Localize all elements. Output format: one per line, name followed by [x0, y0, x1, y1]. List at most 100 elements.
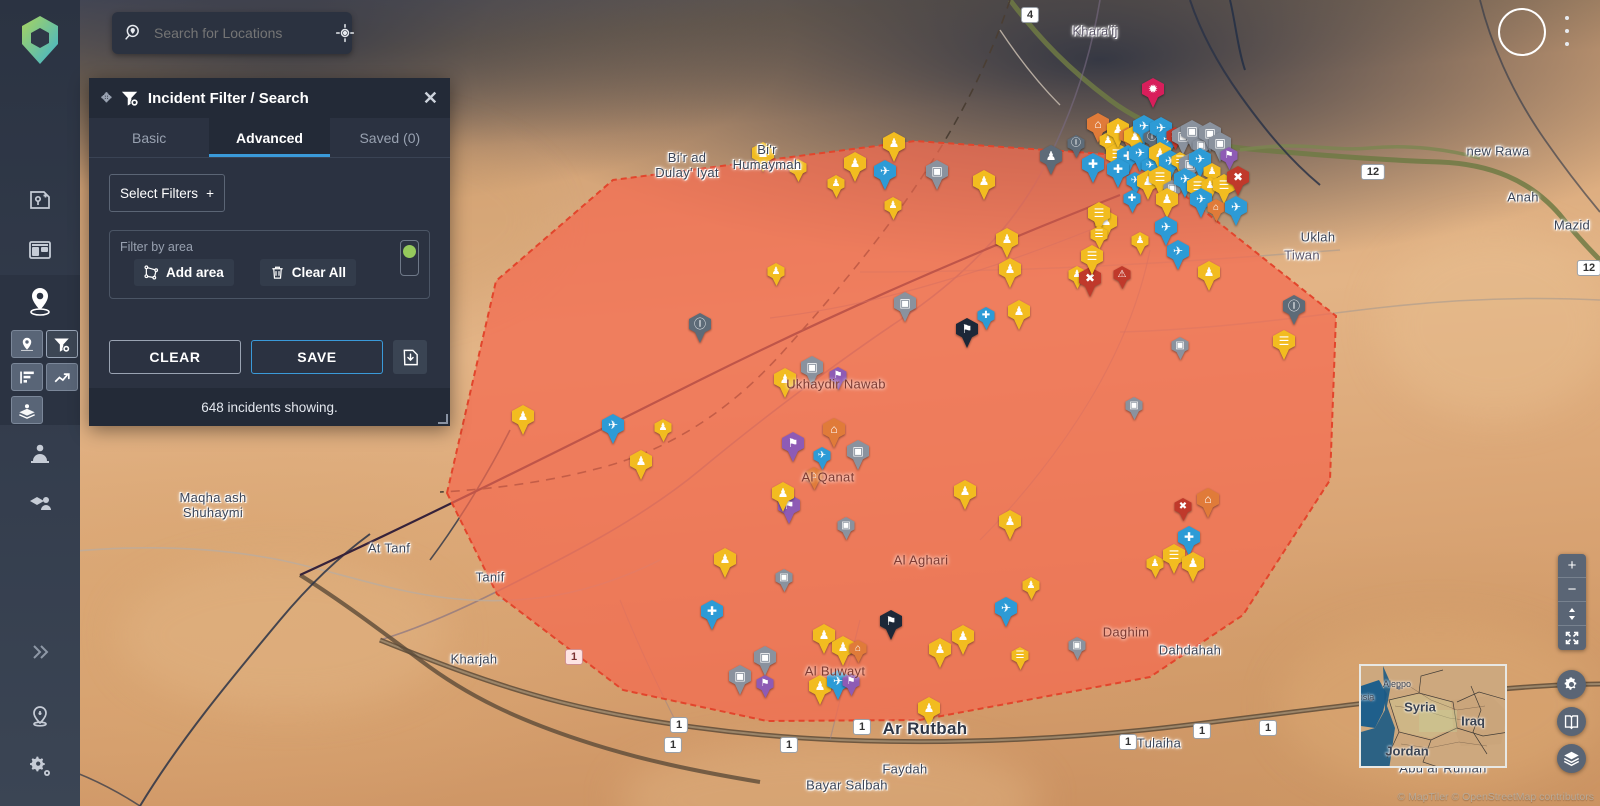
select-filters-button[interactable]: Select Filters + — [109, 174, 225, 212]
tab-advanced[interactable]: Advanced — [209, 118, 330, 157]
kebab-menu-icon[interactable] — [1558, 16, 1576, 46]
incident-marker-arrest[interactable]: ♟ — [996, 228, 1018, 258]
user-avatar[interactable] — [1498, 8, 1546, 56]
incident-marker-arrest[interactable]: ♟ — [1156, 188, 1178, 218]
clear-button[interactable]: CLEAR — [109, 340, 241, 374]
incident-marker-medical[interactable]: ✚ — [1082, 153, 1104, 183]
sidebar-item-settings[interactable] — [22, 748, 58, 784]
incident-marker-structure[interactable]: ⌂ — [1207, 199, 1225, 222]
save-to-file-button[interactable] — [393, 340, 427, 374]
incident-marker-other[interactable]: ☰ — [1081, 245, 1103, 275]
incident-marker-arrest[interactable]: ♟ — [1022, 577, 1040, 600]
fullscreen-button[interactable] — [1558, 626, 1586, 650]
tool-bar-chart[interactable] — [11, 363, 43, 391]
tab-saved[interactable]: Saved (0) — [330, 118, 450, 157]
incident-marker-air[interactable]: ✈ — [995, 597, 1017, 627]
zoom-in-button[interactable]: + — [1558, 554, 1586, 578]
incident-marker-arrest[interactable]: ♟ — [952, 625, 974, 655]
incident-marker-report[interactable]: Ⓘ — [689, 313, 711, 343]
incident-pin-icon[interactable] — [24, 285, 56, 317]
incident-marker-air[interactable]: ✈ — [874, 160, 896, 190]
incident-marker-medical[interactable]: ✚ — [1123, 190, 1141, 213]
pitch-tilt-button[interactable] — [1558, 602, 1586, 626]
search-input[interactable] — [154, 25, 335, 41]
incident-marker-air[interactable]: ✈ — [602, 414, 624, 444]
incident-marker-facility[interactable]: ▣ — [775, 569, 793, 592]
incident-marker-hostile[interactable]: ⚑ — [956, 318, 978, 348]
incident-marker-hostile[interactable]: ⚑ — [880, 610, 902, 640]
incident-marker-arrest[interactable]: ♟ — [954, 480, 976, 510]
sidebar-item-collaboration[interactable] — [22, 484, 58, 520]
zoom-out-button[interactable]: − — [1558, 578, 1586, 602]
sidebar-item-add-map-note[interactable] — [22, 182, 58, 218]
incident-marker-arrest[interactable]: ♟ — [844, 152, 866, 182]
incident-marker-arrest[interactable]: ♟ — [929, 638, 951, 668]
hexagon-pin-logo[interactable] — [18, 12, 62, 68]
incident-marker-arrest[interactable]: ♟ — [999, 258, 1021, 288]
incident-marker-facility[interactable]: ▣ — [847, 440, 869, 470]
panel-title-bar[interactable]: ✥ Incident Filter / Search ✕ — [89, 78, 450, 118]
incident-marker-other[interactable]: ☰ — [1273, 330, 1295, 360]
incident-marker-arrest[interactable]: ♟ — [1146, 555, 1164, 578]
incident-marker-arrest[interactable]: ♟ — [654, 419, 672, 442]
incident-marker-arrest[interactable]: ♟ — [884, 197, 902, 220]
clear-all-areas-button[interactable]: Clear All — [259, 259, 357, 286]
incident-marker-fatality[interactable]: ⚠ — [1113, 266, 1131, 289]
incident-marker-arrest[interactable]: ♟ — [883, 132, 905, 162]
sidebar-item-locations[interactable] — [22, 698, 58, 734]
incident-marker-facility[interactable]: ▣ — [754, 646, 776, 676]
map-settings-button[interactable] — [1557, 670, 1586, 699]
sidebar-item-analyst[interactable] — [22, 436, 58, 472]
incident-marker-air[interactable]: ✈ — [1225, 196, 1247, 226]
incident-marker-facility[interactable]: ▣ — [1125, 397, 1143, 420]
sidebar-item-expand[interactable] — [22, 634, 58, 670]
incident-marker-arrest[interactable]: ♟ — [512, 405, 534, 435]
incident-marker-arrest[interactable]: ♟ — [714, 548, 736, 578]
incident-marker-arrest[interactable]: ♟ — [1182, 552, 1204, 582]
sidebar-item-dashboard[interactable] — [22, 232, 58, 268]
incident-marker-fatality[interactable]: ✖ — [1174, 498, 1192, 521]
incident-marker-arrest[interactable]: ♟ — [630, 450, 652, 480]
incident-marker-facility[interactable]: ▣ — [1068, 637, 1086, 660]
incident-marker-report[interactable]: Ⓘ — [1283, 295, 1305, 325]
incident-marker-arrest[interactable]: ♟ — [1008, 300, 1030, 330]
map-zoom-controls[interactable]: + − — [1558, 554, 1586, 650]
tab-basic[interactable]: Basic — [89, 118, 209, 157]
incident-marker-facility[interactable]: ▣ — [837, 517, 855, 540]
crosshair-locate-icon[interactable] — [335, 23, 355, 43]
incident-marker-fatality[interactable]: ✖ — [1227, 166, 1249, 196]
incident-marker-report[interactable]: ♟ — [1040, 145, 1062, 175]
overview-minimap[interactable]: Aleppo osia Syria Iraq Jordan — [1359, 664, 1507, 768]
incident-marker-arrest[interactable]: ♟ — [1131, 232, 1149, 255]
incident-marker-facility[interactable]: ▣ — [1171, 337, 1189, 360]
incident-marker-arrest[interactable]: ♟ — [772, 482, 794, 512]
incident-marker-facility[interactable]: ▣ — [894, 292, 916, 322]
tool-trend-line[interactable] — [46, 363, 78, 391]
incident-marker-arrest[interactable]: ♟ — [1198, 261, 1220, 291]
tool-layers[interactable] — [11, 396, 43, 424]
incident-marker-facility[interactable]: ▣ — [926, 160, 948, 190]
incident-marker-facility[interactable]: ▣ — [729, 665, 751, 695]
tool-incident-filter[interactable] — [46, 330, 78, 358]
incident-marker-medical[interactable]: ✚ — [701, 600, 723, 630]
incident-marker-air[interactable]: ✈ — [1155, 216, 1177, 246]
tool-map-pin[interactable] — [11, 330, 43, 358]
incident-marker-protest[interactable]: ⚑ — [782, 432, 804, 462]
incident-marker-arrest[interactable]: ♟ — [999, 510, 1021, 540]
close-icon[interactable]: ✕ — [423, 89, 438, 107]
add-area-button[interactable]: Add area — [134, 259, 234, 286]
incident-marker-arrest[interactable]: ♟ — [767, 263, 785, 286]
incident-marker-structure[interactable]: ⌂ — [849, 640, 867, 663]
save-button[interactable]: SAVE — [251, 340, 383, 374]
move-handle-icon[interactable]: ✥ — [101, 90, 112, 106]
incident-marker-critical[interactable]: ✹ — [1142, 78, 1164, 108]
location-search-bar[interactable] — [112, 12, 355, 54]
incident-marker-arrest[interactable]: ♟ — [827, 175, 845, 198]
incident-marker-structure[interactable]: ⌂ — [823, 418, 845, 448]
incident-marker-arrest[interactable]: ♟ — [973, 170, 995, 200]
incident-marker-other[interactable]: ☰ — [1011, 647, 1029, 670]
panel-resize-handle[interactable] — [438, 414, 448, 424]
incident-marker-protest[interactable]: ⚑ — [756, 675, 774, 698]
panel-tabs[interactable]: Basic Advanced Saved (0) — [89, 118, 450, 158]
incident-marker-medical[interactable]: ✚ — [977, 307, 995, 330]
